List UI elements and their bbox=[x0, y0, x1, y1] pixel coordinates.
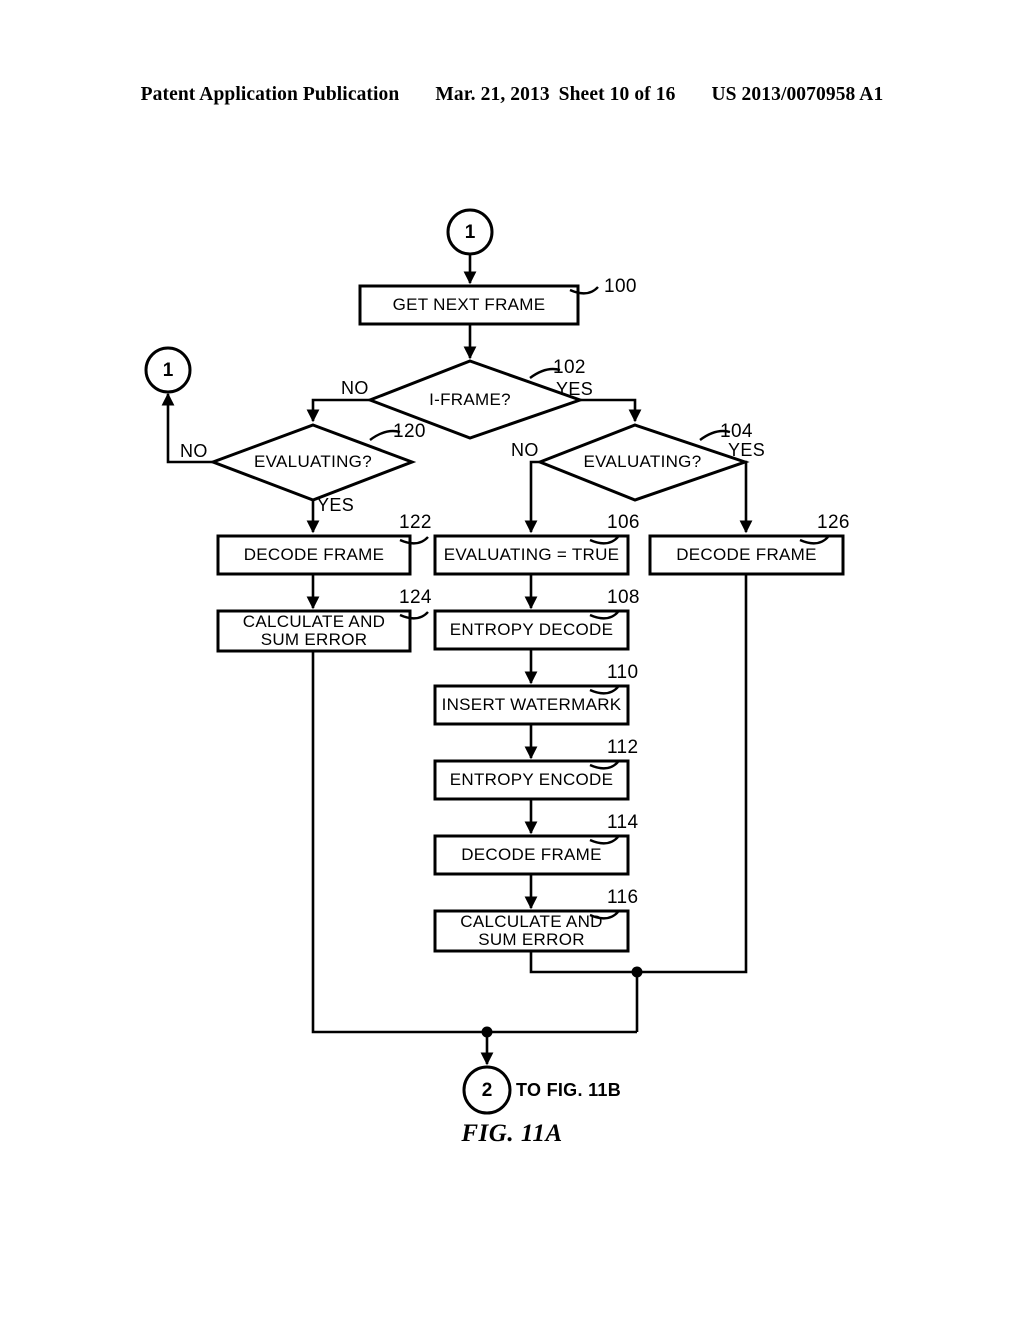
ref-116: 116 bbox=[607, 887, 639, 908]
branch-evaluating-right-no: NO bbox=[511, 440, 539, 460]
ref-124: 124 bbox=[399, 587, 432, 608]
edge-i-frame-yes bbox=[580, 398, 642, 423]
branch-evaluating-left-no: NO bbox=[180, 441, 208, 461]
junction-dot-upper bbox=[631, 966, 643, 978]
edge-right-column-to-junction bbox=[637, 574, 748, 974]
connector-loop-back-label: 1 bbox=[162, 360, 174, 381]
edge-i-frame-no bbox=[306, 398, 370, 423]
box-decode-frame-left bbox=[216, 534, 412, 576]
connector-exit-label: 2 bbox=[481, 1080, 493, 1101]
ref-108: 108 bbox=[607, 587, 640, 608]
ref-106: 106 bbox=[607, 512, 640, 533]
branch-i-frame-yes: YES bbox=[556, 379, 594, 399]
patent-figure-page: Patent Application Publication Mar. 21, … bbox=[0, 0, 1024, 1320]
diamond-evaluating-right bbox=[535, 423, 750, 502]
edge-evaluating-right-yes bbox=[739, 460, 753, 534]
branch-i-frame-no: NO bbox=[341, 378, 369, 398]
diamond-evaluating-left bbox=[208, 423, 417, 502]
junction-dot-lower bbox=[481, 1026, 493, 1038]
ref-126: 126 bbox=[817, 512, 850, 533]
branch-evaluating-left-yes: YES bbox=[317, 495, 355, 515]
box-get-next-frame bbox=[358, 284, 580, 326]
box-decode-frame-right bbox=[648, 534, 845, 576]
ref-114: 114 bbox=[607, 812, 639, 833]
edge-mid-column-to-junction bbox=[529, 951, 637, 974]
connector-exit-text: TO FIG. 11B bbox=[516, 1080, 621, 1100]
ref-100: 100 bbox=[604, 276, 637, 297]
edge-evaluating-right-no bbox=[524, 460, 540, 534]
connector-entry-label: 1 bbox=[464, 222, 476, 243]
ref-112: 112 bbox=[607, 737, 639, 758]
box-calculate-sum-error-left bbox=[216, 609, 412, 653]
ref-120: 120 bbox=[393, 421, 426, 442]
figure-caption: FIG. 11A bbox=[461, 1120, 563, 1147]
ref-122: 122 bbox=[399, 512, 432, 533]
ref-110: 110 bbox=[607, 662, 639, 683]
branch-evaluating-right-yes: YES bbox=[728, 440, 766, 460]
ref-102: 102 bbox=[553, 357, 586, 378]
